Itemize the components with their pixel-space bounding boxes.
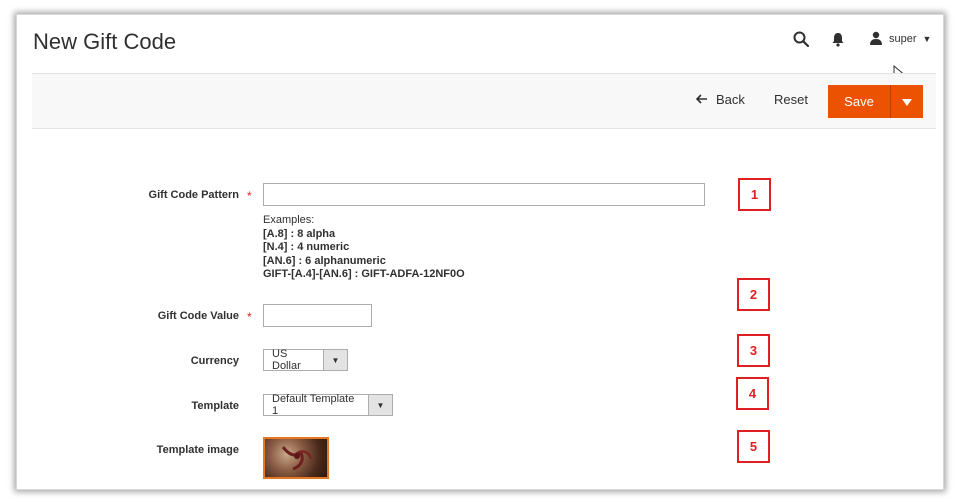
save-button[interactable]: Save [828,85,891,118]
example-item: [A.8] : 8 alpha [263,227,336,240]
admin-window: New Gift Code super ▼ Back Reset Save Gi… [16,14,944,490]
callout-marker: 3 [737,334,770,367]
template-label: Template [191,400,239,412]
example-item: [AN.6] : 6 alphanumeric [263,254,386,267]
currency-label: Currency [190,355,239,367]
page-actions-bar: Back Reset Save [32,73,936,129]
save-options-toggle[interactable] [891,85,923,118]
currency-selected-value: US Dollar [272,348,301,372]
template-select[interactable]: Default Template 1 ▼ [263,393,393,417]
chevron-down-icon [902,93,912,111]
arrow-left-icon [695,92,708,107]
template-image-thumbnail[interactable] [263,437,329,479]
example-item: [N.4] : 4 numeric [263,241,350,253]
template-image-label: Template image [156,444,239,456]
gift-code-pattern-label: Gift Code Pattern [148,189,239,201]
chevron-down-icon: ▼ [922,34,932,44]
reset-button[interactable]: Reset [774,92,808,107]
user-icon [869,31,883,48]
callout-marker: 1 [738,178,771,211]
page-title: New Gift Code [33,29,177,54]
callout-marker: 2 [737,278,770,311]
user-name: super [889,33,917,45]
callout-marker: 5 [737,430,770,463]
bell-icon[interactable] [828,29,848,49]
back-label: Back [716,92,745,107]
required-marker: * [247,310,252,324]
required-marker: * [247,189,252,203]
chevron-down-icon: ▼ [368,395,392,415]
template-selected-value: Default Template 1 [272,393,355,417]
callout-marker: 4 [736,377,769,410]
example-item: GIFT-[A.4]-[AN.6] : GIFT-ADFA-12NF0O [263,268,465,280]
search-icon[interactable] [791,29,811,49]
examples-title: Examples: [263,214,315,226]
pattern-examples: Examples: [A.8] : 8 alpha [N.4] : 4 nume… [263,214,465,282]
currency-select[interactable]: US Dollar ▼ [263,348,348,372]
gift-code-value-input[interactable] [263,304,372,327]
gift-code-value-label: Gift Code Value [157,310,239,322]
gift-code-pattern-input[interactable] [263,183,705,206]
back-button[interactable]: Back [695,92,745,107]
user-menu[interactable]: super ▼ [869,29,931,49]
chevron-down-icon: ▼ [323,350,347,370]
